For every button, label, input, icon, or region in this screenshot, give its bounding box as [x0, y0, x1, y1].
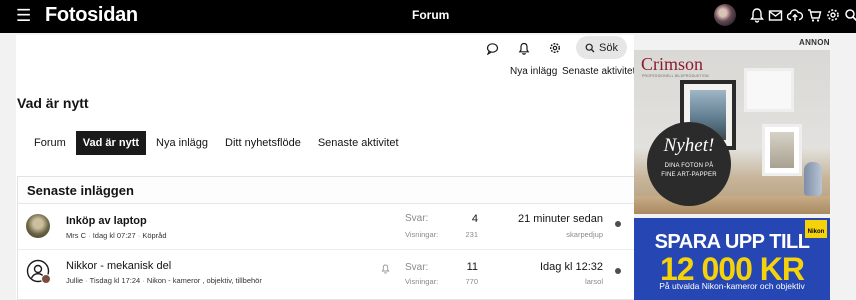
section-title: Forum	[412, 8, 450, 22]
chat-bubble-icon[interactable]	[481, 36, 503, 60]
last-poster-avatar[interactable]	[615, 268, 621, 274]
gear-icon[interactable]	[544, 36, 566, 60]
search-label: Sök	[599, 41, 618, 54]
crimson-line2: FINE ART-PAPPER	[661, 172, 717, 178]
crimson-tagline: PROFESSIONELL BILDPRODUKTION	[642, 74, 709, 78]
thread-author[interactable]: Jullie	[66, 276, 83, 285]
last-post-user[interactable]: skarpedjup	[483, 230, 603, 239]
crimson-headline: Nyhet!	[663, 135, 715, 156]
avatar[interactable]	[26, 259, 51, 284]
tab-latest-activity[interactable]: Senaste aktivitet	[311, 131, 406, 155]
crimson-badge: Nyhet! DINA FOTON PÅ FINE ART-PAPPER	[647, 122, 731, 206]
mail-icon[interactable]	[768, 7, 783, 23]
nikon-ad-banner[interactable]: Nikon SPARA UPP TILL 12 000 KR På utvald…	[634, 218, 830, 300]
search-button[interactable]: Sök	[576, 36, 627, 59]
thread-forum[interactable]: Nikon - kameror , objektiv, tillbehör	[147, 276, 262, 285]
user-avatar[interactable]	[714, 4, 736, 26]
tab-whats-new[interactable]: Vad är nytt	[75, 131, 147, 155]
views-label: Visningar:	[405, 230, 439, 239]
replies-count: 4	[471, 213, 478, 225]
page-scrollbar-area[interactable]	[830, 33, 856, 300]
replies-count: 11	[466, 261, 478, 273]
upload-icon[interactable]	[787, 7, 803, 23]
top-navigation-bar: ☰ Fotosidan Forum	[0, 0, 856, 33]
views-count: 770	[465, 277, 478, 286]
bell-icon[interactable]	[750, 7, 764, 23]
nikon-subtext: På utvalda Nikon-kameror och objektiv	[659, 281, 805, 291]
thread-meta: Mrs C · Idag kl 07:27 · Köpråd	[66, 231, 167, 240]
site-logo[interactable]: Fotosidan	[45, 4, 138, 27]
latest-posts-header: Senaste inläggen	[18, 177, 634, 204]
hamburger-icon[interactable]: ☰	[16, 7, 31, 25]
latest-posts-block: Senaste inläggen Inköp av laptop Mrs C ·…	[17, 176, 635, 300]
last-post-time[interactable]: Idag kl 12:32	[483, 261, 603, 273]
replies-label: Svar:	[405, 262, 429, 273]
frame-decoration	[744, 68, 794, 112]
cart-icon[interactable]	[807, 7, 822, 23]
crimson-line1: DINA FOTON PÅ	[664, 163, 714, 169]
tab-news-feed[interactable]: Ditt nyhetsflöde	[218, 131, 308, 155]
gear-icon[interactable]	[826, 7, 840, 23]
views-count: 231	[465, 230, 478, 239]
thread-forum[interactable]: Köpråd	[142, 231, 166, 240]
crimson-ad-banner[interactable]: Crimson PROFESSIONELL BILDPRODUKTION Nyh…	[634, 50, 830, 214]
tab-forum[interactable]: Forum	[27, 131, 73, 155]
last-post-user[interactable]: larsol	[483, 277, 603, 286]
views-label: Visningar:	[405, 277, 439, 286]
thread-meta: Jullie · Tisdag kl 17:24 · Nikon - kamer…	[66, 276, 262, 285]
search-icon[interactable]	[844, 7, 856, 23]
tab-new-posts[interactable]: Nya inlägg	[149, 131, 215, 155]
thread-title[interactable]: Nikkor - mekanisk del	[66, 260, 171, 272]
frame-decoration	[762, 124, 802, 176]
shelf	[634, 196, 830, 214]
thread-author[interactable]: Mrs C	[66, 231, 86, 240]
tab-bar: Forum Vad är nytt Nya inlägg Ditt nyhets…	[27, 131, 409, 155]
replies-label: Svar:	[405, 213, 429, 224]
top-icon-group	[750, 7, 856, 23]
last-poster-avatar[interactable]	[615, 221, 621, 227]
crimson-logo: Crimson	[641, 54, 704, 74]
avatar[interactable]	[26, 214, 50, 238]
search-icon	[585, 43, 595, 52]
new-posts-link[interactable]: Nya inlägg	[510, 66, 557, 77]
bell-icon[interactable]	[513, 36, 535, 60]
thread-title[interactable]: Inköp av laptop	[66, 215, 147, 227]
latest-activity-link[interactable]: Senaste aktivitet	[562, 66, 635, 77]
last-post-time[interactable]: 21 minuter sedan	[483, 213, 603, 225]
thread-date: Tisdag kl 17:24	[89, 276, 141, 285]
thread-row[interactable]: Inköp av laptop Mrs C · Idag kl 07:27 · …	[18, 206, 635, 250]
thread-date: Idag kl 07:27	[92, 231, 136, 240]
watch-bell-icon[interactable]	[381, 264, 390, 274]
vase-decoration	[804, 162, 822, 196]
thread-row[interactable]: Nikkor - mekanisk del Jullie · Tisdag kl…	[18, 251, 635, 295]
page-title: Vad är nytt	[17, 95, 89, 111]
default-user-icon	[26, 259, 51, 284]
